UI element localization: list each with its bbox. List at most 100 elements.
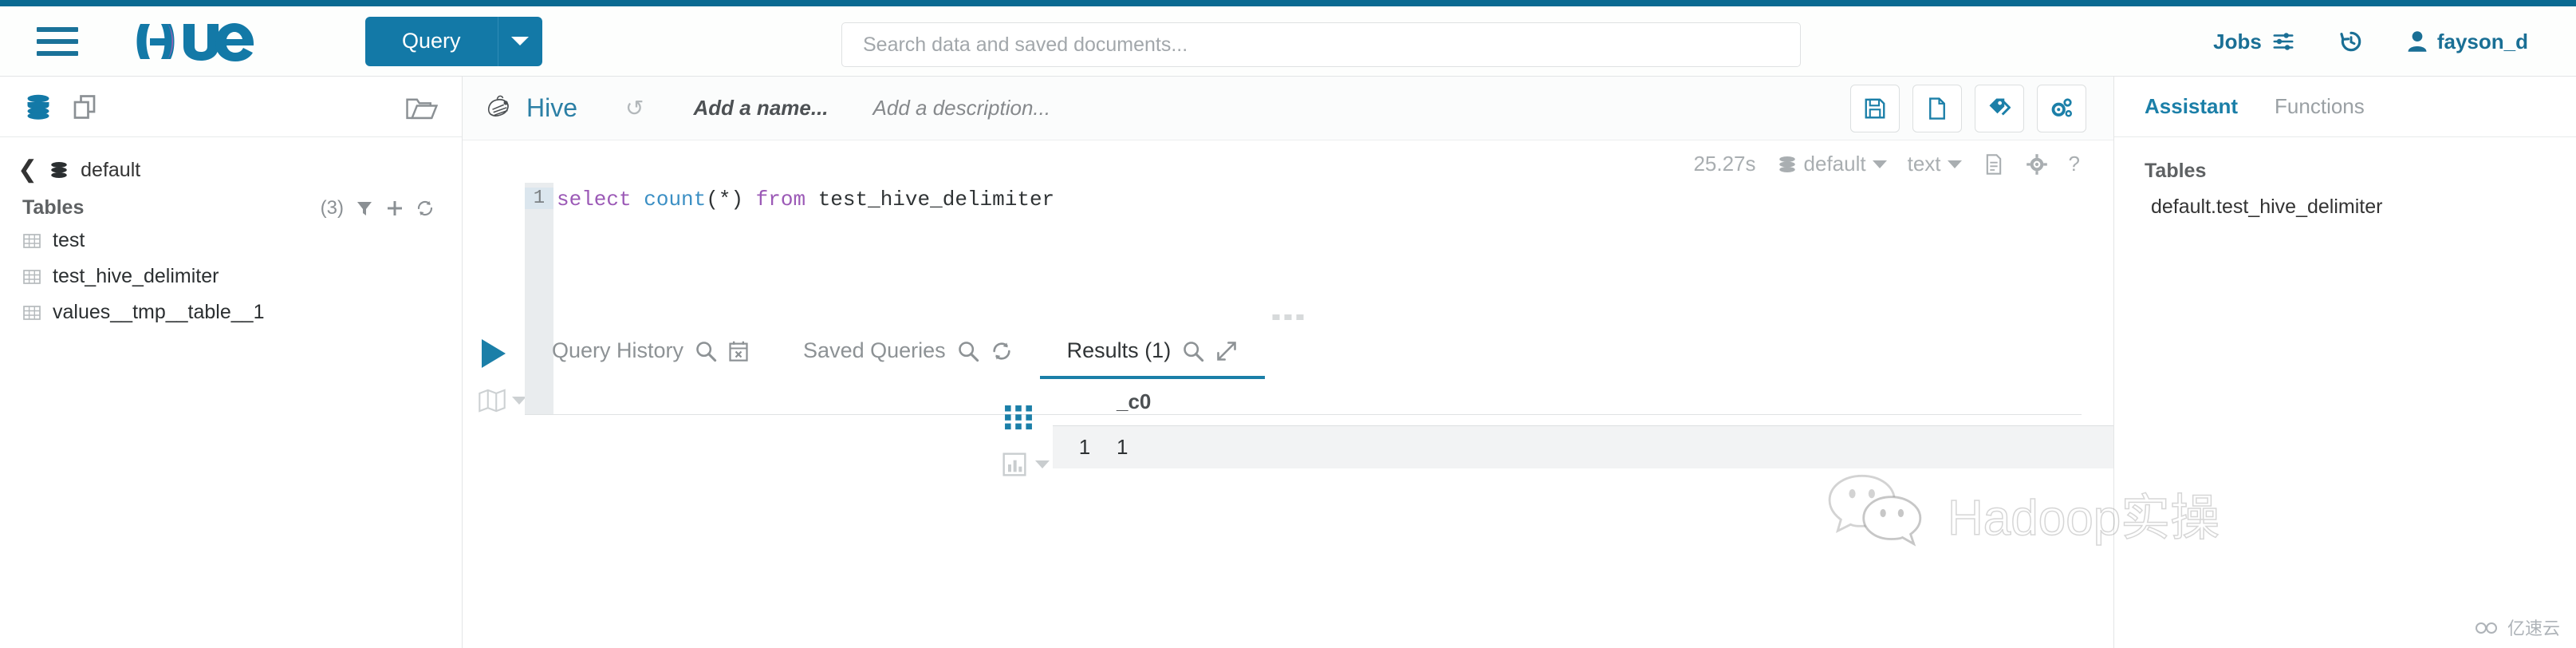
- expand-icon[interactable]: [1215, 340, 1238, 362]
- tab-saved-queries[interactable]: Saved Queries: [776, 330, 1040, 379]
- tab-label: Results (1): [1066, 338, 1172, 362]
- results-column-header: _c0: [1117, 389, 1152, 413]
- gear-icon[interactable]: [2026, 153, 2048, 176]
- tags-button[interactable]: [1975, 84, 2024, 132]
- document-log-icon[interactable]: [1983, 153, 2005, 176]
- chevron-down-icon: [511, 37, 530, 45]
- tags-icon: [1989, 98, 2011, 116]
- selected-database: default: [1803, 152, 1866, 176]
- query-button-group: Query: [365, 16, 542, 66]
- hue-logo[interactable]: [134, 19, 286, 64]
- editor-run-column: [463, 183, 526, 414]
- jobs-button[interactable]: Jobs: [2213, 30, 2295, 54]
- tables-title: Tables: [22, 196, 85, 219]
- sql-code[interactable]: select count(*) from test_hive_delimiter: [557, 186, 2082, 414]
- table-icon: [23, 233, 41, 248]
- query-description-field[interactable]: Add a description...: [873, 96, 1051, 121]
- search-input[interactable]: [841, 22, 1801, 67]
- save-button[interactable]: [1850, 84, 1900, 132]
- sql-token-keyword: select: [557, 188, 632, 211]
- tab-label: Query History: [552, 338, 684, 362]
- documents-icon[interactable]: [70, 93, 99, 121]
- assistant-table-item[interactable]: default.test_hive_delimiter: [2114, 191, 2576, 223]
- tab-label: Saved Queries: [803, 338, 946, 362]
- hamburger-bar: [37, 50, 78, 56]
- list-item[interactable]: test_hive_delimiter: [0, 259, 462, 294]
- history-button[interactable]: [2338, 29, 2364, 54]
- table-cell: 1: [1117, 435, 1128, 459]
- left-panel-header: [0, 77, 462, 137]
- plus-icon[interactable]: [385, 199, 404, 218]
- calendar-x-icon[interactable]: [728, 340, 749, 362]
- play-icon[interactable]: [482, 339, 506, 368]
- left-assist-panel: ❮ default Tables (3) test test_hive_deli…: [0, 77, 463, 648]
- filter-icon[interactable]: [355, 199, 374, 218]
- grid-view-icon[interactable]: [1005, 405, 1032, 435]
- hamburger-bar: [37, 38, 78, 44]
- right-assistant-panel: Assistant Functions Tables default.test_…: [2113, 77, 2576, 648]
- list-item[interactable]: values__tmp__table__1: [0, 294, 462, 330]
- open-folder-icon[interactable]: [406, 93, 438, 121]
- search-icon[interactable]: [1182, 340, 1204, 362]
- help-icon[interactable]: ?: [2069, 152, 2080, 176]
- sql-token-args: (*): [706, 188, 744, 211]
- database-icon: [1778, 156, 1795, 172]
- jobs-label: Jobs: [2213, 29, 2262, 53]
- new-document-icon: [1929, 97, 1945, 120]
- table-icon: [23, 269, 41, 284]
- editor-gutter: [525, 183, 553, 414]
- search-icon[interactable]: [957, 340, 979, 362]
- chart-view-button[interactable]: [1002, 452, 1050, 477]
- search-icon[interactable]: [695, 340, 717, 362]
- tables-count: (3): [320, 196, 344, 219]
- drag-dot: [1296, 314, 1304, 320]
- editor-resize-handle[interactable]: [1272, 314, 1304, 320]
- tab-functions[interactable]: Functions: [2275, 94, 2365, 119]
- tab-results[interactable]: Results (1): [1039, 330, 1266, 379]
- refresh-icon[interactable]: [991, 340, 1013, 362]
- table-row[interactable]: 1 1: [1053, 425, 2113, 468]
- history-icon[interactable]: ↺: [625, 95, 644, 121]
- sql-token-keyword: from: [755, 188, 806, 211]
- navbar-right-group: Jobs fayson_d: [2213, 6, 2528, 77]
- editor-toolbar: Hive ↺ Add a name... Add a description..…: [463, 77, 2113, 140]
- database-icon: [51, 162, 67, 178]
- save-icon: [1865, 98, 1885, 118]
- selected-format: text: [1907, 152, 1941, 176]
- database-selector[interactable]: default: [1777, 152, 1887, 176]
- hue-query-editor-page: Query Jobs: [0, 0, 2576, 648]
- new-document-button[interactable]: [1912, 84, 1962, 132]
- tab-query-history[interactable]: Query History: [525, 330, 776, 379]
- corner-badge-text: 亿速云: [2507, 618, 2560, 638]
- query-dropdown-caret[interactable]: [497, 16, 542, 66]
- sql-editor: 1 select count(*) from test_hive_delimit…: [463, 183, 2113, 415]
- explain-button[interactable]: [479, 389, 526, 413]
- database-icon[interactable]: [24, 93, 53, 121]
- chevron-down-icon: [1947, 160, 1962, 168]
- settings-gears-icon: [2051, 97, 2073, 117]
- results-table: _c0 1 1: [1053, 389, 2113, 468]
- settings-button[interactable]: [2037, 84, 2086, 132]
- assistant-tabs: Assistant Functions: [2114, 77, 2576, 137]
- editor-line-number: 1: [525, 188, 553, 209]
- table-name: test: [53, 229, 85, 251]
- tab-assistant[interactable]: Assistant: [2145, 94, 2238, 119]
- hamburger-icon[interactable]: [37, 23, 78, 60]
- format-selector[interactable]: text: [1908, 152, 1962, 176]
- breadcrumb-database-name[interactable]: default: [81, 159, 140, 182]
- engine-name: Hive: [526, 93, 578, 122]
- query-button[interactable]: Query: [365, 16, 498, 66]
- drag-dot: [1284, 314, 1292, 320]
- tables-header-actions: (3): [321, 197, 435, 219]
- refresh-icon[interactable]: [416, 199, 435, 218]
- row-number: 1: [1078, 435, 1091, 459]
- engine-selector[interactable]: Hive: [485, 93, 577, 124]
- query-name-field[interactable]: Add a name...: [693, 96, 828, 121]
- user-menu[interactable]: fayson_d: [2407, 30, 2528, 54]
- cloud-icon: [2475, 622, 2497, 634]
- hive-bee-icon: [487, 95, 509, 117]
- chart-view-icon: [1002, 452, 1026, 476]
- list-item[interactable]: test: [0, 223, 462, 259]
- drag-dot: [1272, 314, 1280, 320]
- chevron-left-icon[interactable]: ❮: [18, 158, 37, 182]
